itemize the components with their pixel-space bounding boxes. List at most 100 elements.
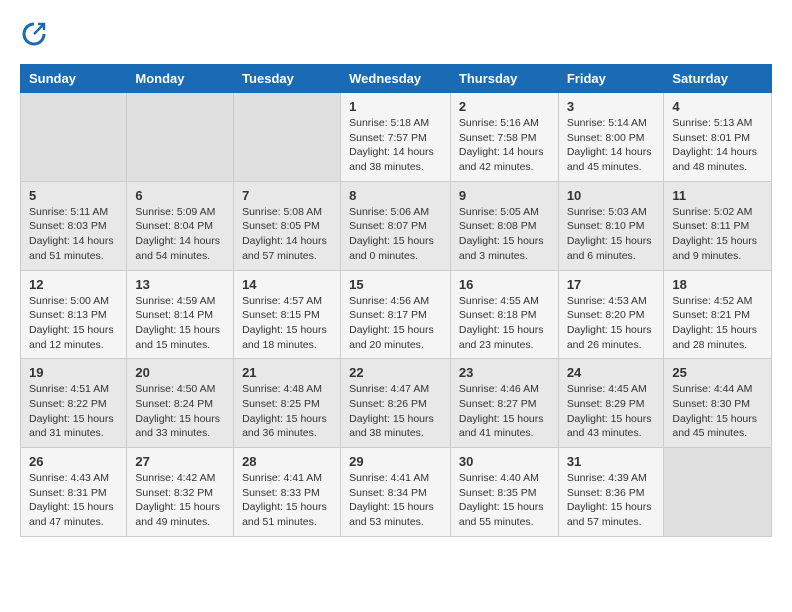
calendar-cell: 2 Sunrise: 5:16 AMSunset: 7:58 PMDaylight… (450, 93, 558, 182)
day-number: 1 (349, 99, 442, 114)
cell-info: Sunrise: 4:59 AMSunset: 8:14 PMDaylight:… (135, 294, 225, 353)
day-number: 20 (135, 365, 225, 380)
calendar-cell (127, 93, 234, 182)
calendar-cell: 7Sunrise: 5:08 AMSunset: 8:05 PMDaylight… (234, 181, 341, 270)
cell-info: Sunrise: 5:11 AMSunset: 8:03 PMDaylight:… (29, 205, 118, 264)
page-header (20, 20, 772, 48)
cell-info: Sunrise: 5:13 AMSunset: 8:01 PMDaylight:… (672, 116, 763, 175)
week-row-2: 5 Sunrise: 5:11 AMSunset: 8:03 PMDaylight… (21, 181, 772, 270)
day-number: 30 (459, 454, 550, 469)
calendar-cell (21, 93, 127, 182)
cell-info: Sunrise: 5:14 AMSunset: 8:00 PMDaylight:… (567, 116, 656, 175)
day-number: 14 (242, 277, 332, 292)
cell-info: Sunrise: 5:03 AMSunset: 8:10 PMDaylight:… (567, 205, 656, 264)
day-number: 31 (567, 454, 656, 469)
calendar-cell: 27 Sunrise: 4:42 AMSunset: 8:32 PMDayligh… (127, 448, 234, 537)
week-row-5: 26 Sunrise: 4:43 AMSunset: 8:31 PMDayligh… (21, 448, 772, 537)
calendar-cell: 8 Sunrise: 5:06 AMSunset: 8:07 PMDaylight… (341, 181, 451, 270)
cell-info: Sunrise: 5:08 AMSunset: 8:05 PMDaylight:… (242, 205, 332, 264)
header-thursday: Thursday (450, 65, 558, 93)
cell-info: Sunrise: 4:44 AMSunset: 8:30 PMDaylight:… (672, 382, 763, 441)
cell-info: Sunrise: 4:40 AMSunset: 8:35 PMDaylight:… (459, 471, 550, 530)
calendar-cell: 24 Sunrise: 4:45 AMSunset: 8:29 PMDayligh… (558, 359, 664, 448)
calendar-cell: 5 Sunrise: 5:11 AMSunset: 8:03 PMDaylight… (21, 181, 127, 270)
cell-info: Sunrise: 5:09 AMSunset: 8:04 PMDaylight:… (135, 205, 225, 264)
calendar-cell: 18 Sunrise: 4:52 AMSunset: 8:21 PMDayligh… (664, 270, 772, 359)
cell-info: Sunrise: 5:18 AMSunset: 7:57 PMDaylight:… (349, 116, 442, 175)
header-friday: Friday (558, 65, 664, 93)
cell-info: Sunrise: 4:51 AMSunset: 8:22 PMDaylight:… (29, 382, 118, 441)
cell-info: Sunrise: 4:39 AMSunset: 8:36 PMDaylight:… (567, 471, 656, 530)
day-number: 8 (349, 188, 442, 203)
cell-info: Sunrise: 4:48 AMSunset: 8:25 PMDaylight:… (242, 382, 332, 441)
day-number: 17 (567, 277, 656, 292)
cell-info: Sunrise: 4:53 AMSunset: 8:20 PMDaylight:… (567, 294, 656, 353)
cell-info: Sunrise: 4:56 AMSunset: 8:17 PMDaylight:… (349, 294, 442, 353)
calendar-cell: 21 Sunrise: 4:48 AMSunset: 8:25 PMDayligh… (234, 359, 341, 448)
cell-info: Sunrise: 4:45 AMSunset: 8:29 PMDaylight:… (567, 382, 656, 441)
calendar-cell: 19 Sunrise: 4:51 AMSunset: 8:22 PMDayligh… (21, 359, 127, 448)
header-row: SundayMondayTuesdayWednesdayThursdayFrid… (21, 65, 772, 93)
cell-info: Sunrise: 4:50 AMSunset: 8:24 PMDaylight:… (135, 382, 225, 441)
calendar-cell: 11 Sunrise: 5:02 AMSunset: 8:11 PMDayligh… (664, 181, 772, 270)
day-number: 10 (567, 188, 656, 203)
day-number: 19 (29, 365, 118, 380)
header-sunday: Sunday (21, 65, 127, 93)
cell-info: Sunrise: 4:47 AMSunset: 8:26 PMDaylight:… (349, 382, 442, 441)
day-number: 27 (135, 454, 225, 469)
day-number: 11 (672, 188, 763, 203)
cell-info: Sunrise: 4:41 AMSunset: 8:34 PMDaylight:… (349, 471, 442, 530)
calendar-cell: 9 Sunrise: 5:05 AMSunset: 8:08 PMDaylight… (450, 181, 558, 270)
calendar-cell: 15 Sunrise: 4:56 AMSunset: 8:17 PMDayligh… (341, 270, 451, 359)
cell-info: Sunrise: 4:42 AMSunset: 8:32 PMDaylight:… (135, 471, 225, 530)
header-tuesday: Tuesday (234, 65, 341, 93)
day-number: 3 (567, 99, 656, 114)
calendar-cell: 12 Sunrise: 5:00 AMSunset: 8:13 PMDayligh… (21, 270, 127, 359)
calendar-cell: 1 Sunrise: 5:18 AMSunset: 7:57 PMDaylight… (341, 93, 451, 182)
day-number: 6 (135, 188, 225, 203)
day-number: 24 (567, 365, 656, 380)
calendar-cell: 13 Sunrise: 4:59 AMSunset: 8:14 PMDayligh… (127, 270, 234, 359)
header-wednesday: Wednesday (341, 65, 451, 93)
calendar-cell: 20 Sunrise: 4:50 AMSunset: 8:24 PMDayligh… (127, 359, 234, 448)
day-number: 9 (459, 188, 550, 203)
calendar-cell: 4 Sunrise: 5:13 AMSunset: 8:01 PMDaylight… (664, 93, 772, 182)
day-number: 21 (242, 365, 332, 380)
day-number: 15 (349, 277, 442, 292)
cell-info: Sunrise: 4:55 AMSunset: 8:18 PMDaylight:… (459, 294, 550, 353)
cell-info: Sunrise: 4:43 AMSunset: 8:31 PMDaylight:… (29, 471, 118, 530)
cell-info: Sunrise: 5:00 AMSunset: 8:13 PMDaylight:… (29, 294, 118, 353)
calendar-cell: 22Sunrise: 4:47 AMSunset: 8:26 PMDayligh… (341, 359, 451, 448)
calendar-cell: 17 Sunrise: 4:53 AMSunset: 8:20 PMDayligh… (558, 270, 664, 359)
calendar-cell: 16 Sunrise: 4:55 AMSunset: 8:18 PMDayligh… (450, 270, 558, 359)
day-number: 5 (29, 188, 118, 203)
cell-info: Sunrise: 5:06 AMSunset: 8:07 PMDaylight:… (349, 205, 442, 264)
cell-info: Sunrise: 4:57 AMSunset: 8:15 PMDaylight:… (242, 294, 332, 353)
calendar-cell: 6 Sunrise: 5:09 AMSunset: 8:04 PMDaylight… (127, 181, 234, 270)
calendar-cell: 26 Sunrise: 4:43 AMSunset: 8:31 PMDayligh… (21, 448, 127, 537)
day-number: 18 (672, 277, 763, 292)
week-row-4: 19 Sunrise: 4:51 AMSunset: 8:22 PMDayligh… (21, 359, 772, 448)
day-number: 26 (29, 454, 118, 469)
day-number: 4 (672, 99, 763, 114)
calendar-cell: 23 Sunrise: 4:46 AMSunset: 8:27 PMDayligh… (450, 359, 558, 448)
calendar-cell: 14 Sunrise: 4:57 AMSunset: 8:15 PMDayligh… (234, 270, 341, 359)
cell-info: Sunrise: 5:05 AMSunset: 8:08 PMDaylight:… (459, 205, 550, 264)
calendar-table: SundayMondayTuesdayWednesdayThursdayFrid… (20, 64, 772, 537)
logo (20, 20, 52, 48)
cell-info: Sunrise: 4:46 AMSunset: 8:27 PMDaylight:… (459, 382, 550, 441)
day-number: 16 (459, 277, 550, 292)
calendar-cell: 30 Sunrise: 4:40 AMSunset: 8:35 PMDayligh… (450, 448, 558, 537)
day-number: 23 (459, 365, 550, 380)
cell-info: Sunrise: 4:52 AMSunset: 8:21 PMDaylight:… (672, 294, 763, 353)
cell-info: Sunrise: 4:41 AMSunset: 8:33 PMDaylight:… (242, 471, 332, 530)
header-monday: Monday (127, 65, 234, 93)
calendar-cell: 10 Sunrise: 5:03 AMSunset: 8:10 PMDayligh… (558, 181, 664, 270)
day-number: 12 (29, 277, 118, 292)
cell-info: Sunrise: 5:16 AMSunset: 7:58 PMDaylight:… (459, 116, 550, 175)
day-number: 13 (135, 277, 225, 292)
day-number: 2 (459, 99, 550, 114)
cell-info: Sunrise: 5:02 AMSunset: 8:11 PMDaylight:… (672, 205, 763, 264)
logo-icon (20, 20, 48, 48)
day-number: 25 (672, 365, 763, 380)
